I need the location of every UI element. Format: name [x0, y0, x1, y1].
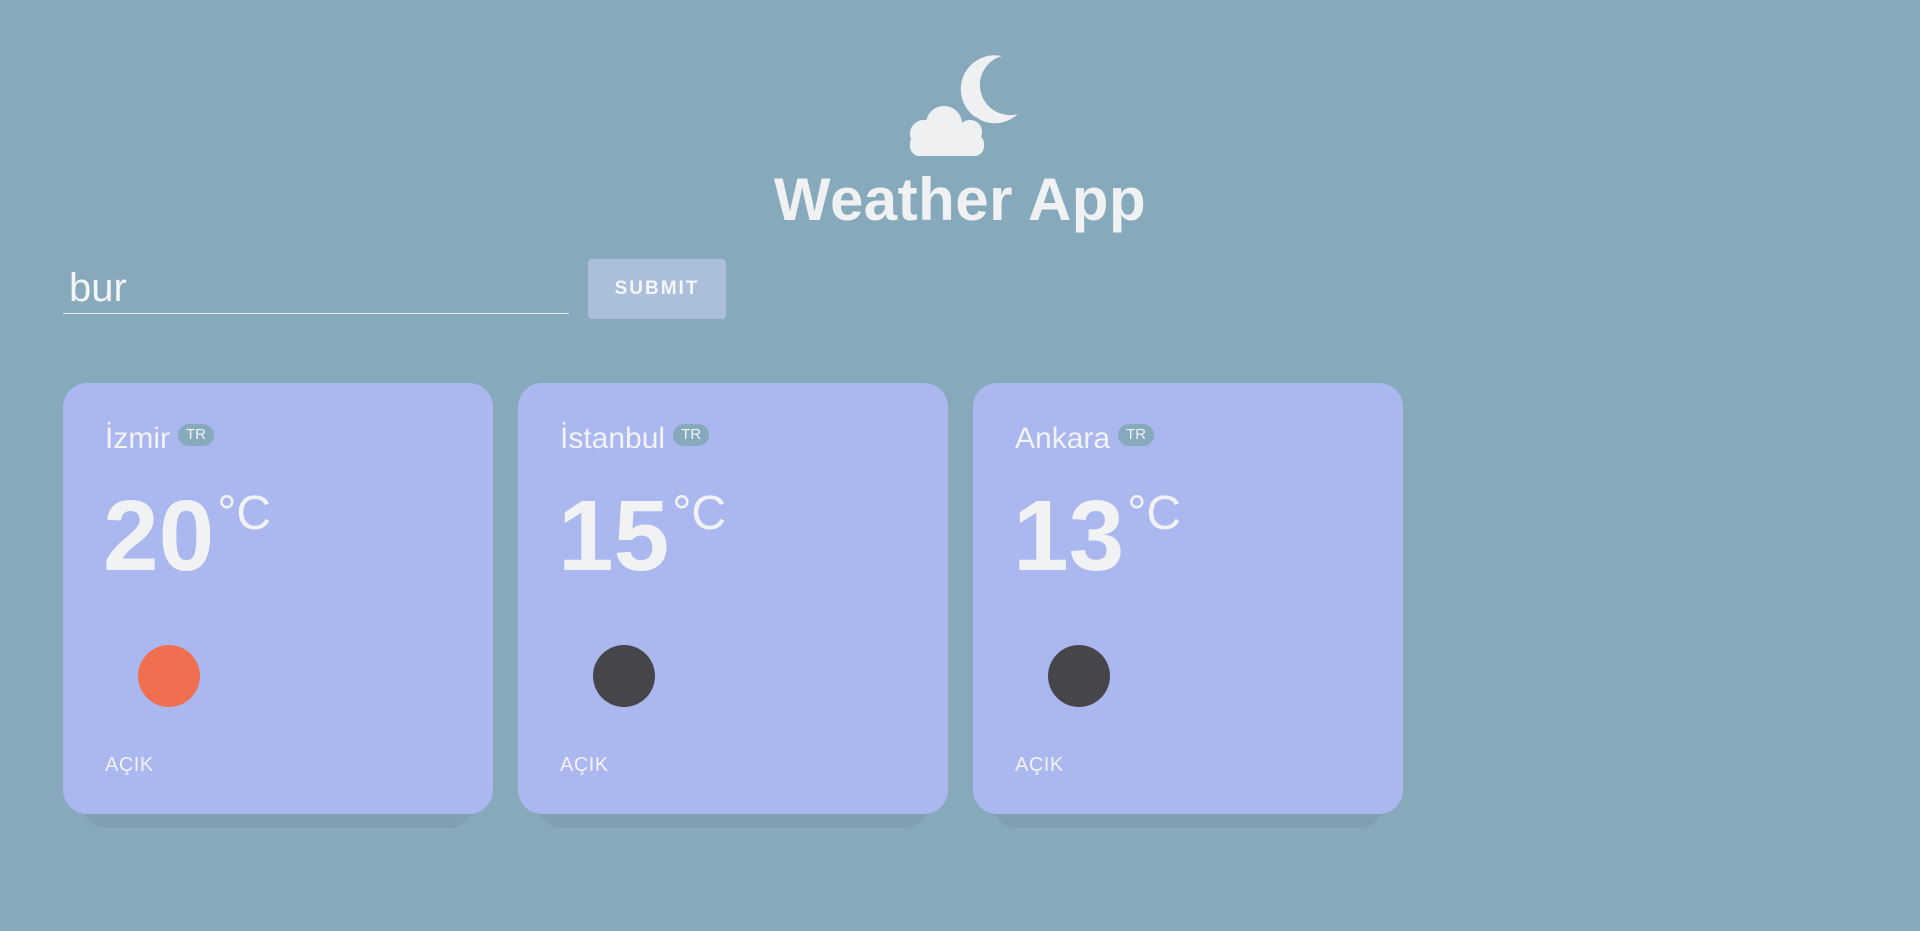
country-badge: TR [177, 424, 214, 446]
temperature-unit: °C [672, 487, 727, 540]
app-title: Weather App [773, 166, 1147, 233]
city-row: Ankara TR [1015, 421, 1155, 457]
city-card-wrapper: Ankara TR 13 °C AÇIK [973, 383, 1403, 828]
app-header: Weather App [0, 52, 1920, 230]
weather-condition: AÇIK [105, 754, 154, 776]
temperature-value: 15 [558, 480, 670, 592]
country-badge: TR [1118, 424, 1155, 446]
moon-icon [593, 645, 655, 707]
city-card-list: İzmir TR 20 °C AÇIK İstanbul TR 15 °C AÇ… [63, 383, 1403, 828]
temperature-value: 13 [1013, 480, 1125, 592]
city-row: İzmir TR [105, 421, 214, 457]
country-badge: TR [673, 424, 710, 446]
city-name: İzmir [105, 422, 170, 455]
city-name: İstanbul [560, 422, 666, 455]
temperature: 20 °C [103, 486, 271, 586]
temperature-unit: °C [217, 487, 272, 540]
temperature-value: 20 [103, 480, 215, 592]
cloud-moon-icon [906, 55, 1018, 160]
city-card: İstanbul TR 15 °C AÇIK [518, 383, 948, 814]
city-search-input[interactable] [63, 264, 569, 314]
temperature: 15 °C [558, 486, 726, 586]
city-card: İzmir TR 20 °C AÇIK [63, 383, 493, 814]
submit-button[interactable]: SUBMIT [588, 259, 726, 319]
city-card-wrapper: İstanbul TR 15 °C AÇIK [518, 383, 948, 828]
search-form: SUBMIT [63, 259, 726, 319]
sun-icon [138, 645, 200, 707]
temperature: 13 °C [1013, 486, 1181, 586]
weather-condition: AÇIK [1015, 754, 1064, 776]
city-row: İstanbul TR [560, 421, 710, 457]
city-card: Ankara TR 13 °C AÇIK [973, 383, 1403, 814]
weather-condition: AÇIK [560, 754, 609, 776]
city-card-wrapper: İzmir TR 20 °C AÇIK [63, 383, 493, 828]
city-name: Ankara [1015, 422, 1111, 455]
temperature-unit: °C [1127, 487, 1182, 540]
moon-icon [1048, 645, 1110, 707]
